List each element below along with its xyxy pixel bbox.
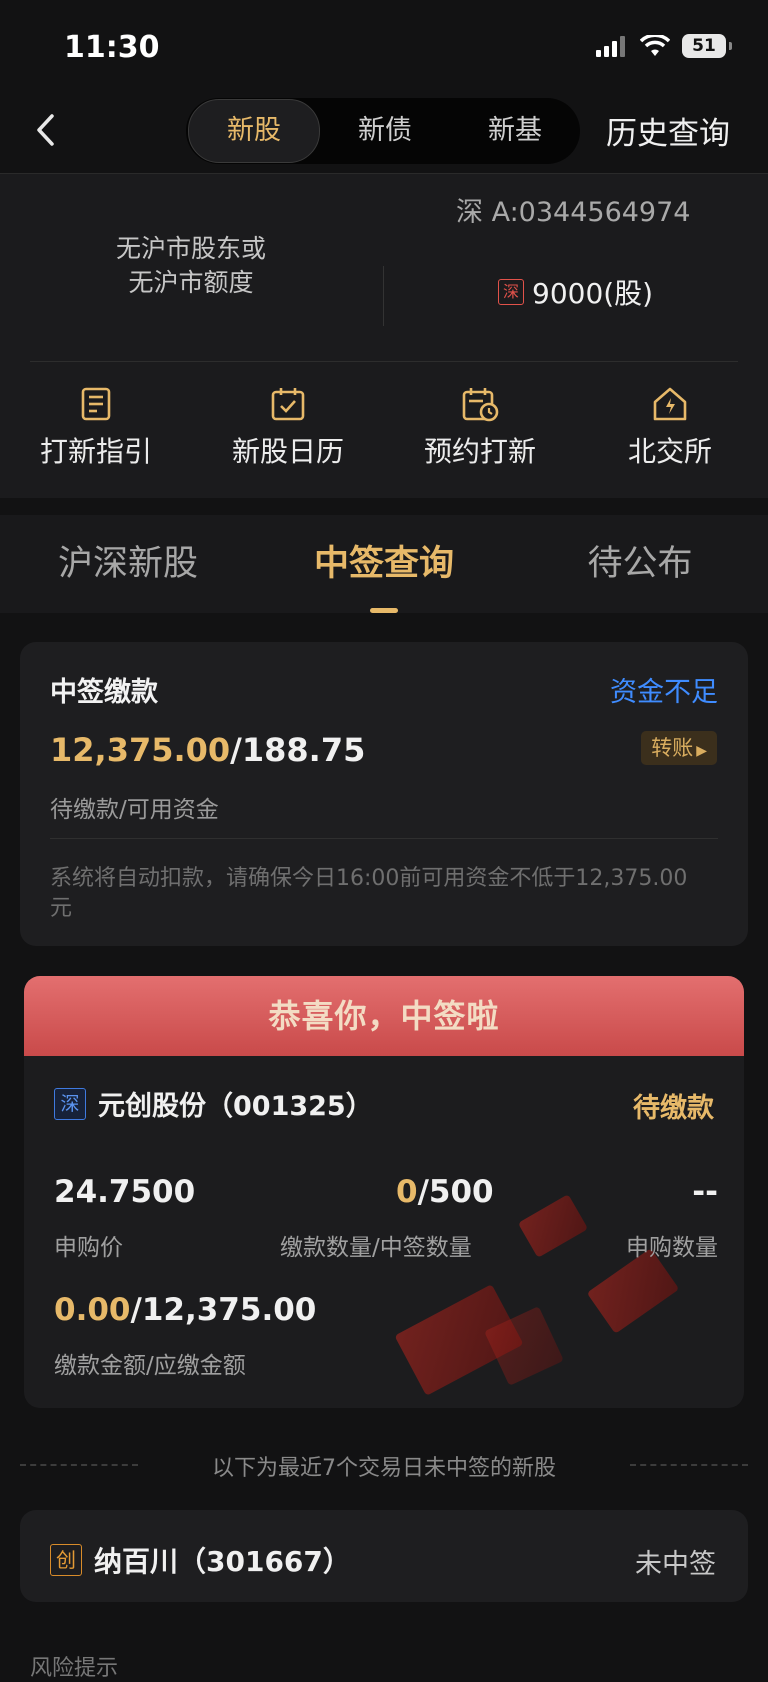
apply-qty: -- — [692, 1174, 718, 1210]
payment-title: 中签缴款 — [50, 677, 158, 708]
qty-label: 缴款数量/中签数量 — [280, 1235, 472, 1261]
not-won-stock: 创 纳百川（301667） — [50, 1540, 351, 1580]
subscribe-price: 24.7500 — [54, 1174, 196, 1210]
calendar-clock-icon — [462, 388, 499, 422]
sz-exchange-tag: 深 — [54, 1087, 86, 1120]
payment-sub-label: 待缴款/可用资金 — [50, 797, 219, 823]
winning-stock-name: 元创股份（001325） — [98, 1091, 373, 1122]
winning-stock: 深 元创股份（001325） — [54, 1084, 373, 1123]
battery-icon: 51 — [682, 34, 732, 58]
segment-new-stock[interactable]: 新股 — [188, 99, 320, 163]
not-won-stock-name: 纳百川（301667） — [94, 1545, 351, 1578]
apply-qty-label: 申购数量 — [626, 1235, 718, 1261]
congrats-banner-text: 恭喜你，中签啦 — [268, 997, 500, 1035]
sz-quota: 深 9000(股) — [498, 272, 653, 312]
sz-exchange-tag: 深 — [498, 279, 524, 305]
quick-action-reserve[interactable]: 预约打新 — [390, 386, 570, 470]
dashed-divider-right — [630, 1464, 748, 1466]
segment-new-fund[interactable]: 新基 — [450, 100, 580, 162]
not-won-status: 未中签 — [635, 1549, 716, 1580]
paid-qty: 0 — [396, 1174, 418, 1210]
segment-new-bond[interactable]: 新债 — [320, 100, 450, 162]
battery-level: 51 — [692, 36, 716, 56]
play-arrow-icon: ▶ — [696, 743, 707, 759]
tab-sh-sz-new-stocks[interactable]: 沪深新股 — [0, 515, 256, 613]
risk-notice[interactable]: 风险提示 — [30, 1650, 118, 1682]
sh-notice-line1: 无沪市股东或 — [115, 234, 266, 263]
pending-amount: 12,375.00 — [50, 731, 231, 769]
amount-label: 缴款金额/应缴金额 — [54, 1353, 246, 1379]
quick-action-label: 打新指引 — [39, 435, 152, 468]
paid-won-qty: 0/500 — [396, 1174, 494, 1210]
payment-amount-pair: 0.00/12,375.00 — [54, 1292, 316, 1328]
product-segmented-control: 新股 新债 新基 — [186, 98, 580, 164]
status-time: 11:30 — [64, 30, 160, 65]
account-divider — [383, 266, 384, 326]
insufficient-funds-link[interactable]: 资金不足 — [610, 670, 718, 709]
sz-account-number: 深 A:0344564974 — [456, 197, 691, 228]
quick-action-calendar[interactable]: 新股日历 — [198, 386, 378, 470]
transfer-label: 转账 — [651, 736, 694, 760]
tab-winning-query[interactable]: 中签查询 — [256, 515, 512, 613]
sh-notice-line2: 无沪市额度 — [128, 268, 254, 297]
payment-note: 系统将自动扣款，请确保今日16:00前可用资金不低于12,375.00元 — [50, 866, 688, 921]
payment-amounts: 12,375.00/188.75 — [50, 731, 365, 769]
ipo-tabs: 沪深新股 中签查询 待公布 — [0, 515, 768, 613]
status-icons: 51 — [596, 34, 732, 58]
quick-action-bse[interactable]: 北交所 — [580, 386, 760, 470]
payment-divider — [50, 838, 718, 839]
available-funds: /188.75 — [230, 731, 366, 769]
paid-amount: 0.00 — [54, 1292, 131, 1328]
chinext-tag: 创 — [50, 1544, 82, 1576]
signal-icon — [596, 36, 625, 57]
back-chevron-icon[interactable] — [32, 110, 60, 150]
tab-pending-announce[interactable]: 待公布 — [512, 515, 768, 613]
subscribe-price-label: 申购价 — [54, 1235, 123, 1261]
exchange-house-icon — [653, 387, 687, 421]
guide-icon — [81, 387, 111, 421]
winning-status: 待缴款 — [633, 1093, 714, 1124]
recent-not-won-caption: 以下为最近7个交易日未中签的新股 — [212, 1456, 556, 1481]
sh-account-notice: 无沪市股东或 无沪市额度 — [60, 232, 322, 300]
transfer-button[interactable]: 转账 ▶ — [641, 731, 717, 765]
won-qty: /500 — [417, 1174, 494, 1210]
quick-action-label: 北交所 — [627, 435, 712, 468]
red-envelope-decoration — [517, 1194, 589, 1258]
quick-action-guide[interactable]: 打新指引 — [6, 386, 186, 470]
due-amount: /12,375.00 — [130, 1292, 317, 1328]
panel-divider — [30, 361, 738, 362]
quick-action-label: 新股日历 — [231, 435, 344, 468]
history-query-link[interactable]: 历史查询 — [606, 108, 730, 153]
wifi-icon — [640, 35, 670, 56]
quick-action-label: 预约打新 — [423, 435, 536, 468]
calendar-check-icon — [271, 388, 305, 421]
sz-quota-value: 9000(股) — [532, 277, 654, 310]
